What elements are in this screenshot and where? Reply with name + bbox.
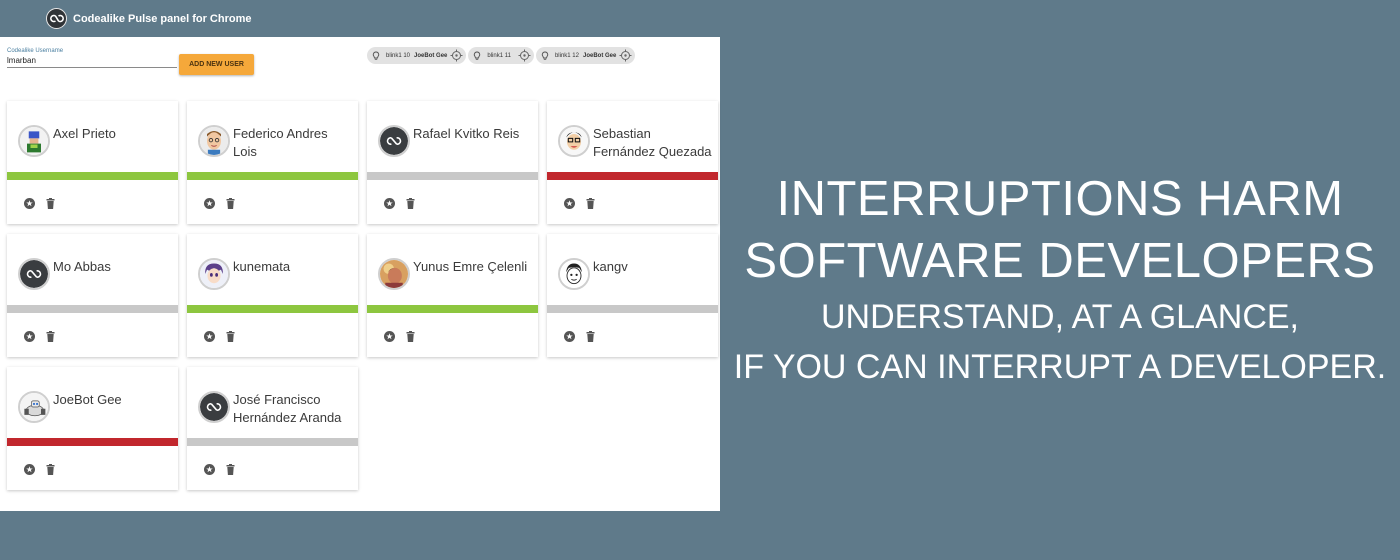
photo-avatar bbox=[378, 258, 410, 290]
user-card: Mo Abbas bbox=[7, 234, 178, 357]
lightbulb-icon bbox=[372, 51, 380, 61]
favorite-star-icon[interactable] bbox=[384, 196, 395, 209]
sketch-avatar bbox=[558, 258, 590, 290]
delete-trash-icon[interactable] bbox=[226, 329, 235, 342]
user-name: Yunus Emre Çelenli bbox=[413, 259, 528, 274]
user-card: kangv bbox=[547, 234, 718, 357]
user-card: Federico Andres Lois bbox=[187, 101, 358, 224]
delete-trash-icon[interactable] bbox=[46, 462, 55, 475]
promo-headline: INTERRUPTIONS HARM SOFTWARE DEVELOPERS U… bbox=[720, 168, 1400, 392]
robot-avatar bbox=[18, 391, 50, 423]
status-bar-offline bbox=[7, 305, 178, 313]
status-bar-busy bbox=[547, 172, 718, 180]
favorite-star-icon[interactable] bbox=[384, 329, 395, 342]
headline-line-1: INTERRUPTIONS HARM bbox=[776, 172, 1344, 226]
pulse-panel: Codealike Username ADD NEW USER blink1 1… bbox=[0, 37, 720, 511]
delete-trash-icon[interactable] bbox=[406, 329, 415, 342]
user-name: kunemata bbox=[233, 259, 291, 274]
favorite-star-icon[interactable] bbox=[204, 196, 215, 209]
delete-trash-icon[interactable] bbox=[46, 196, 55, 209]
favorite-star-icon[interactable] bbox=[24, 462, 35, 475]
add-user-button[interactable]: ADD NEW USER bbox=[179, 54, 254, 75]
app-title: Codealike Pulse panel for Chrome bbox=[73, 12, 252, 25]
status-bar-offline bbox=[547, 305, 718, 313]
favorite-star-icon[interactable] bbox=[564, 329, 575, 342]
anime-avatar bbox=[198, 258, 230, 290]
user-name: José Francisco Hernández Aranda bbox=[233, 392, 342, 425]
pixel-avatar bbox=[18, 125, 50, 157]
cartoon-avatar bbox=[558, 125, 590, 157]
status-bar-available bbox=[7, 172, 178, 180]
delete-trash-icon[interactable] bbox=[406, 196, 415, 209]
crosshair-icon[interactable] bbox=[518, 49, 531, 62]
status-bar-available bbox=[187, 172, 358, 180]
codealike-default-avatar bbox=[378, 125, 410, 157]
device-name: blink1 11 bbox=[487, 52, 511, 59]
user-card: Axel Prieto bbox=[7, 101, 178, 224]
user-name: Rafael Kvitko Reis bbox=[413, 126, 520, 141]
codealike-logo-icon bbox=[46, 8, 67, 29]
face-avatar bbox=[198, 125, 230, 157]
username-field: Codealike Username bbox=[7, 48, 177, 68]
delete-trash-icon[interactable] bbox=[46, 329, 55, 342]
user-name: Federico Andres Lois bbox=[233, 126, 328, 159]
user-card: JoeBot Gee bbox=[7, 367, 178, 490]
device-chip[interactable]: blink1 12 JoeBot Gee bbox=[535, 47, 636, 64]
codealike-default-avatar bbox=[198, 391, 230, 423]
headline-line-3: UNDERSTAND, AT A GLANCE, bbox=[820, 298, 1299, 336]
title-bar: Codealike Pulse panel for Chrome bbox=[0, 0, 1400, 37]
favorite-star-icon[interactable] bbox=[204, 462, 215, 475]
favorite-star-icon[interactable] bbox=[564, 196, 575, 209]
user-name: Mo Abbas bbox=[53, 259, 111, 274]
user-name: JoeBot Gee bbox=[53, 392, 122, 407]
status-bar-available bbox=[187, 305, 358, 313]
device-name: blink1 12 bbox=[554, 52, 579, 59]
lightbulb-icon bbox=[473, 51, 481, 61]
device-list: blink1 10 JoeBot Gee blink1 11 blink1 12 Joe… bbox=[367, 47, 636, 64]
user-card: kunemata bbox=[187, 234, 358, 357]
device-chip[interactable]: blink1 11 bbox=[468, 47, 534, 64]
user-card: Yunus Emre Çelenli bbox=[367, 234, 538, 357]
status-bar-offline bbox=[367, 172, 538, 180]
user-name: Axel Prieto bbox=[53, 126, 116, 141]
device-name: blink1 10 bbox=[386, 52, 411, 59]
username-input[interactable] bbox=[7, 54, 177, 68]
user-card: José Francisco Hernández Aranda bbox=[187, 367, 358, 490]
status-bar-busy bbox=[7, 438, 178, 446]
user-name: kangv bbox=[593, 259, 628, 274]
headline-line-2: SOFTWARE DEVELOPERS bbox=[744, 234, 1376, 288]
user-name: Sebastian Fernández Quezada bbox=[593, 126, 712, 159]
lightbulb-icon bbox=[541, 51, 549, 61]
delete-trash-icon[interactable] bbox=[226, 196, 235, 209]
status-bar-offline bbox=[187, 438, 358, 446]
delete-trash-icon[interactable] bbox=[586, 196, 595, 209]
crosshair-icon[interactable] bbox=[450, 49, 463, 62]
crosshair-icon[interactable] bbox=[619, 49, 632, 62]
device-user: JoeBot Gee bbox=[414, 52, 448, 59]
user-card: Sebastian Fernández Quezada bbox=[547, 101, 718, 224]
delete-trash-icon[interactable] bbox=[586, 329, 595, 342]
device-user: JoeBot Gee bbox=[582, 52, 617, 59]
headline-line-4: IF YOU CAN INTERRUPT A DEVELOPER. bbox=[733, 348, 1387, 386]
codealike-default-avatar bbox=[18, 258, 50, 290]
favorite-star-icon[interactable] bbox=[24, 196, 35, 209]
favorite-star-icon[interactable] bbox=[24, 329, 35, 342]
status-bar-available bbox=[367, 305, 538, 313]
delete-trash-icon[interactable] bbox=[226, 462, 235, 475]
device-chip[interactable]: blink1 10 JoeBot Gee bbox=[367, 47, 467, 64]
favorite-star-icon[interactable] bbox=[204, 329, 215, 342]
user-card: Rafael Kvitko Reis bbox=[367, 101, 538, 224]
